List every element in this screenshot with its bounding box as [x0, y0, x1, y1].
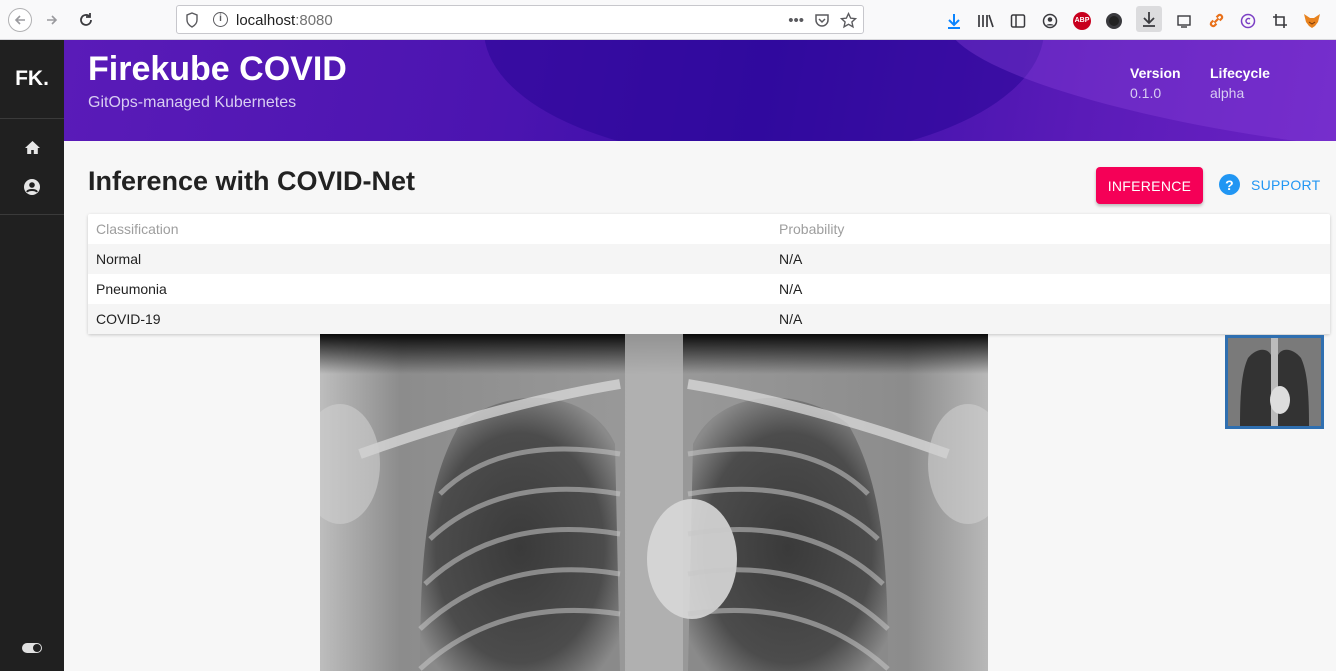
- url-text[interactable]: localhost:8080: [236, 12, 333, 29]
- support-label: SUPPORT: [1251, 176, 1321, 193]
- screenshot-icon[interactable]: [1174, 11, 1194, 31]
- logo-text: FK: [15, 67, 44, 90]
- lifecycle-info: Lifecycle alpha: [1210, 65, 1270, 101]
- results-table: Classification Probability Normal N/A Pn…: [88, 214, 1330, 334]
- classification-cell: Pneumonia: [96, 281, 167, 297]
- table-header: Classification Probability: [88, 214, 1330, 244]
- url-host: localhost: [236, 12, 296, 29]
- crop-icon[interactable]: [1270, 11, 1290, 31]
- table-row: Pneumonia N/A: [88, 274, 1330, 304]
- table-row: Normal N/A: [88, 244, 1330, 274]
- copyright-icon[interactable]: [1238, 11, 1258, 31]
- extension-icon[interactable]: [1106, 12, 1122, 29]
- user-icon[interactable]: [22, 177, 42, 197]
- help-icon: ?: [1219, 174, 1240, 195]
- xray-image: [320, 334, 988, 671]
- forward-icon[interactable]: [40, 8, 64, 32]
- shield-icon[interactable]: [185, 12, 199, 28]
- lifecycle-value: alpha: [1210, 85, 1245, 101]
- version-info: Version 0.1.0: [1130, 65, 1181, 101]
- support-link[interactable]: ? SUPPORT: [1219, 174, 1321, 195]
- adblock-icon[interactable]: ABP: [1073, 11, 1091, 30]
- probability-cell: N/A: [779, 251, 803, 267]
- probability-cell: N/A: [779, 311, 803, 327]
- xray-thumbnail[interactable]: [1225, 335, 1324, 429]
- app-header: Firekube COVID GitOps-managed Kubernetes…: [64, 40, 1336, 141]
- version-label: Version: [1130, 65, 1181, 81]
- classification-cell: Normal: [96, 251, 142, 267]
- version-value: 0.1.0: [1130, 85, 1162, 101]
- page-title: Inference with COVID-Net: [88, 166, 416, 196]
- star-icon[interactable]: [840, 11, 857, 29]
- home-icon[interactable]: [22, 137, 42, 157]
- sidebar-divider: [0, 214, 64, 215]
- classification-cell: COVID-19: [96, 311, 161, 327]
- url-bar[interactable]: i localhost:8080 •••: [176, 5, 864, 34]
- column-header-probability: Probability: [779, 221, 845, 237]
- back-icon[interactable]: [8, 8, 32, 32]
- header-decoration: [484, 40, 1044, 141]
- download-arrow-icon[interactable]: [1136, 6, 1162, 32]
- app-sidebar: FK.: [0, 40, 64, 671]
- logo-dot: .: [43, 67, 49, 90]
- table-row: COVID-19 N/A: [88, 304, 1330, 334]
- sidebar-icon[interactable]: [1008, 11, 1028, 31]
- reload-icon[interactable]: [74, 8, 98, 32]
- url-port: :8080: [295, 12, 333, 29]
- pocket-icon[interactable]: [814, 12, 830, 28]
- link-icon[interactable]: [1206, 11, 1226, 31]
- app-logo[interactable]: FK.: [0, 40, 64, 119]
- column-header-classification: Classification: [96, 221, 179, 237]
- fox-icon[interactable]: [1302, 11, 1322, 31]
- app-subtitle: GitOps-managed Kubernetes: [88, 94, 297, 111]
- download-icon[interactable]: [944, 11, 964, 31]
- library-icon[interactable]: [976, 11, 996, 31]
- info-icon[interactable]: i: [213, 12, 228, 27]
- browser-toolbar: i localhost:8080 ••• ABP: [0, 0, 1336, 40]
- toggle-icon[interactable]: [22, 643, 42, 653]
- inference-button[interactable]: INFERENCE: [1096, 167, 1203, 204]
- lifecycle-label: Lifecycle: [1210, 65, 1270, 81]
- page-actions-icon[interactable]: •••: [788, 12, 804, 29]
- app-title: Firekube COVID: [88, 50, 347, 88]
- account-icon[interactable]: [1040, 11, 1060, 31]
- probability-cell: N/A: [779, 281, 803, 297]
